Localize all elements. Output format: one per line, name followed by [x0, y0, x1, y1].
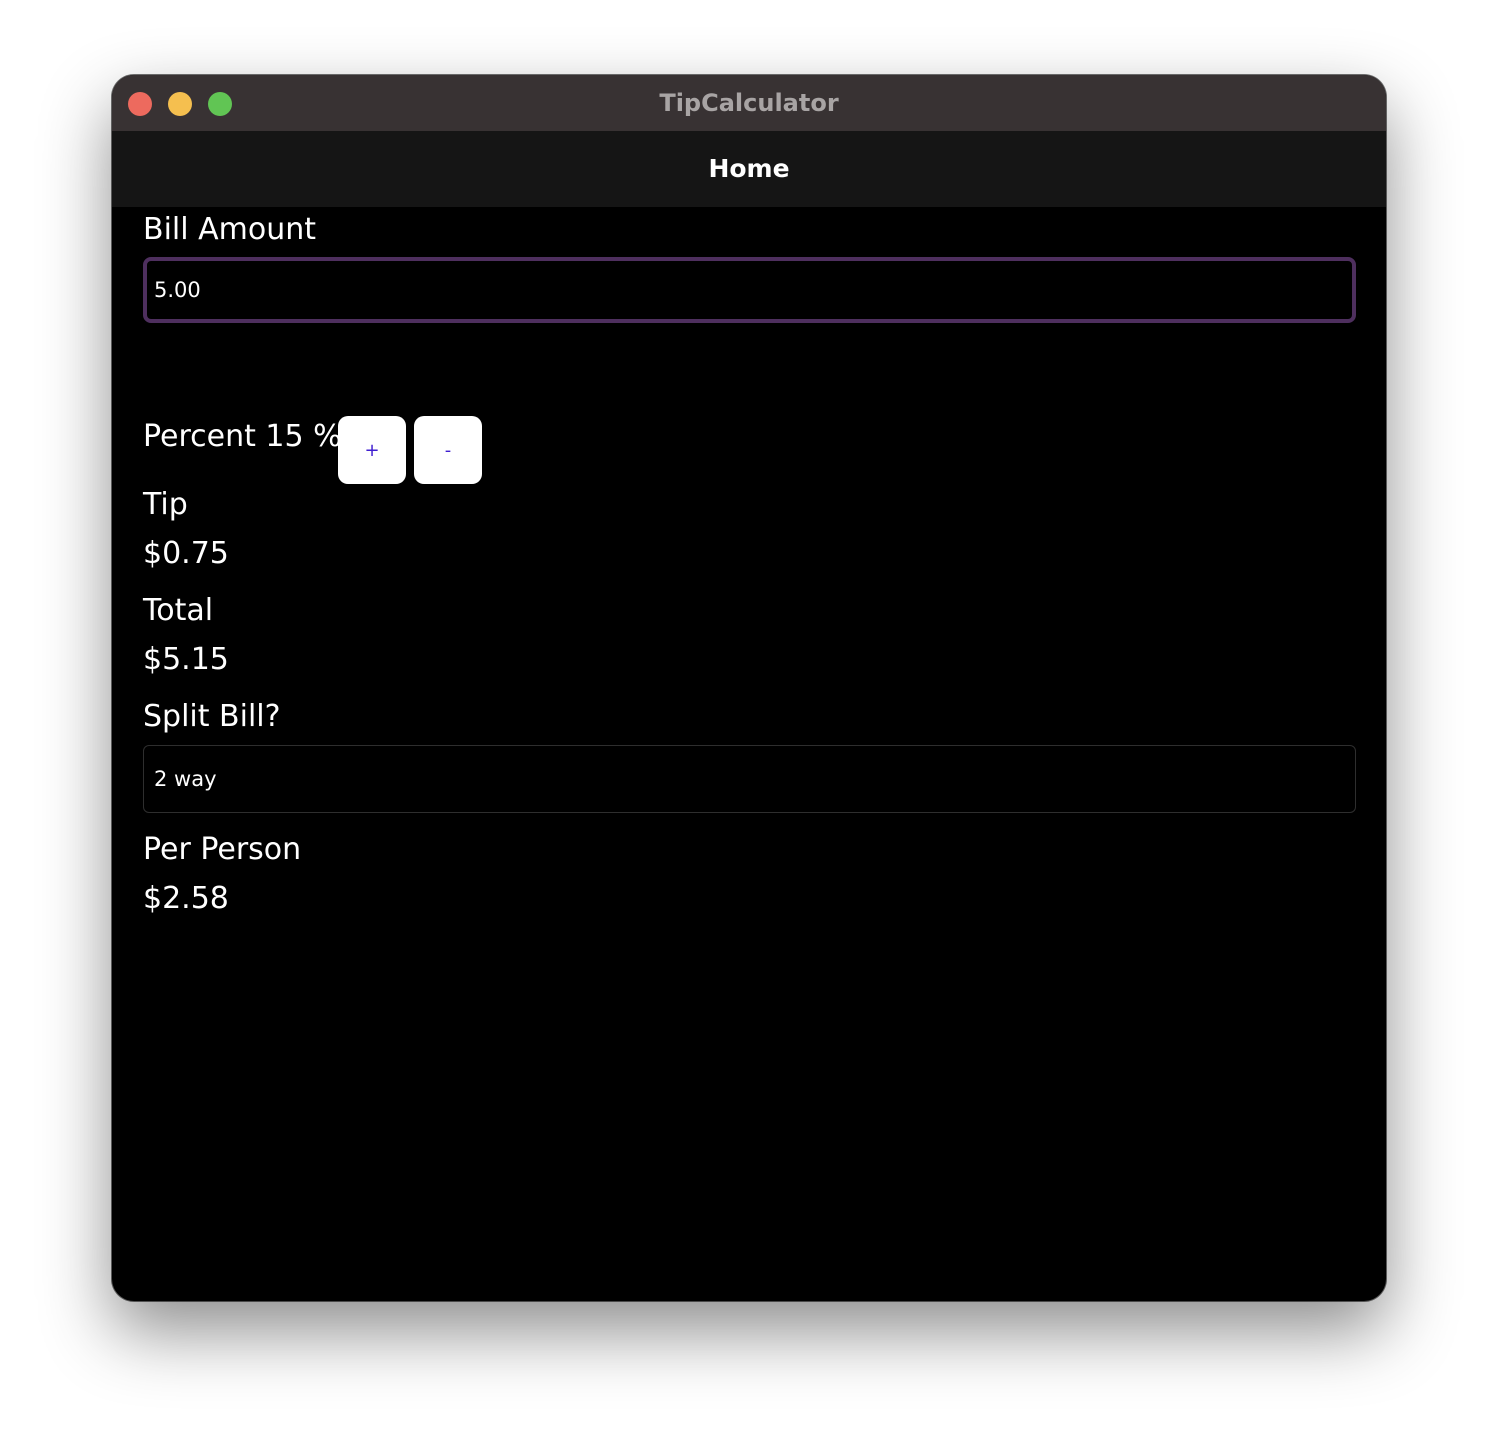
page-title: Home	[708, 154, 790, 183]
per-person-label: Per Person	[143, 832, 302, 867]
increment-percent-button[interactable]: +	[338, 416, 406, 484]
percent-label: Percent 15 %	[143, 419, 342, 454]
split-bill-picker[interactable]: 2 way	[143, 745, 1356, 813]
bill-amount-input[interactable]	[143, 257, 1356, 323]
navigation-bar: Home	[112, 131, 1386, 207]
split-bill-label: Split Bill?	[143, 699, 281, 734]
tip-value: $0.75	[143, 536, 229, 571]
app-window: TipCalculator Home Bill Amount Percent 1…	[112, 75, 1386, 1301]
total-label: Total	[143, 593, 214, 628]
tip-label: Tip	[143, 487, 188, 522]
split-bill-selected: 2 way	[154, 767, 217, 791]
per-person-value: $2.58	[143, 881, 229, 916]
bill-amount-label: Bill Amount	[143, 212, 317, 247]
decrement-percent-button[interactable]: -	[414, 416, 482, 484]
total-value: $5.15	[143, 642, 229, 677]
title-bar[interactable]: TipCalculator	[112, 75, 1386, 131]
window-title: TipCalculator	[659, 89, 839, 117]
